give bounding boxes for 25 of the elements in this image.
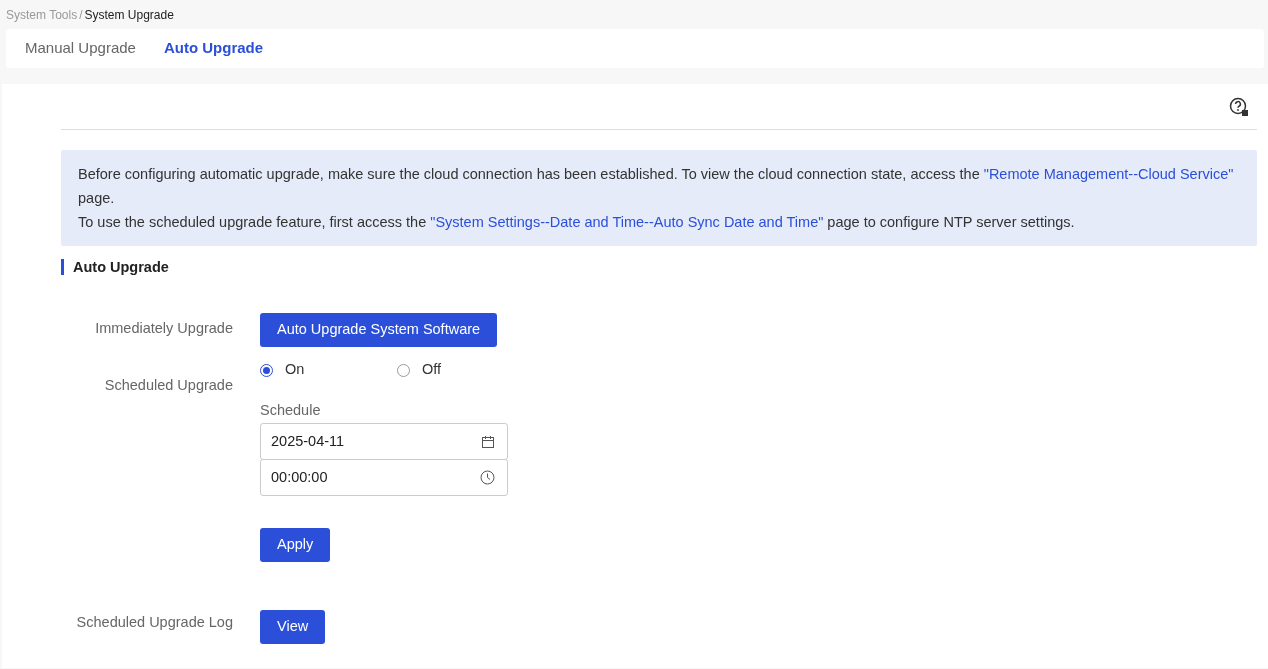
field-label: Schedule (260, 401, 322, 419)
radio-label: Off (422, 360, 442, 380)
field-label: Immediately Upgrade (94, 319, 233, 338)
clock-icon (480, 470, 495, 485)
tab[interactable]: Manual Upgrade (25, 37, 136, 60)
calendar-icon (481, 434, 495, 449)
apply-button[interactable]: Apply (260, 528, 331, 562)
field-label: Scheduled Upgrade Log (75, 613, 233, 632)
date-field[interactable]: 2025-04-11 (260, 423, 508, 460)
notice-text: Before configuring automatic upgrade, make sure the cloud connection has been established. To view the cloud connection state, access the "Remote Management--Cloud Service" page. (78, 165, 1235, 208)
radio-option[interactable]: Off (397, 359, 534, 381)
help-icon[interactable] (1229, 96, 1249, 117)
view-button[interactable]: View (260, 610, 326, 644)
tab[interactable]: Auto Upgrade (163, 37, 264, 60)
link[interactable]: "System Settings--Date and Time--Auto Sync Date and Time" (430, 214, 824, 230)
time-field[interactable]: 00:00:00 (260, 459, 508, 496)
link[interactable]: "Remote Management--Cloud Service" (983, 166, 1234, 182)
radio-option[interactable]: On (260, 359, 397, 381)
breadcrumb-separator: / (79, 7, 83, 23)
section-title: Auto Upgrade (61, 259, 1257, 275)
field-label: Scheduled Upgrade (103, 376, 233, 395)
radio-label: On (285, 360, 305, 380)
breadcrumb-item: System Upgrade (84, 7, 174, 23)
auto-upgrade-button[interactable]: Auto Upgrade System Software (260, 313, 498, 347)
notice-text: To use the scheduled upgrade feature, first access the "System Settings--Date and Time--Auto Sync Date and Time" page to configure NTP server settings. (78, 213, 1076, 232)
